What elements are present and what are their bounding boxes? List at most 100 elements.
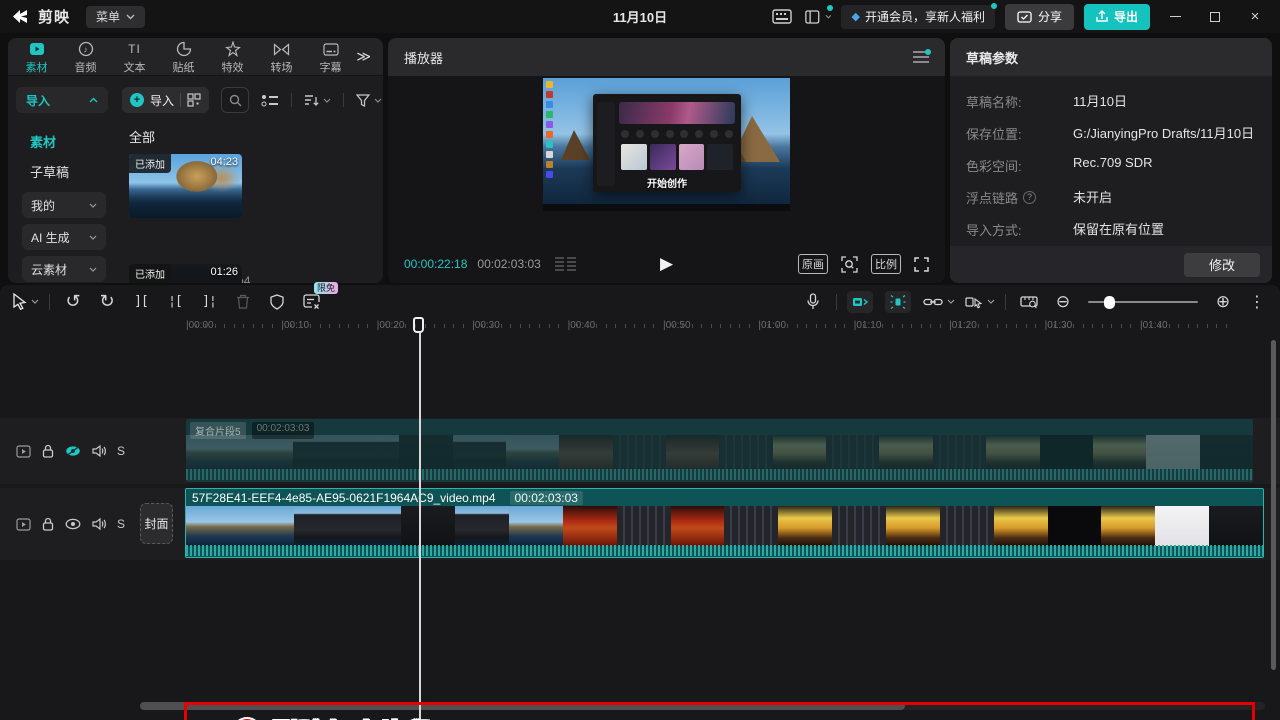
clip-duration: 00:02:03:03 [510, 491, 583, 505]
maximize-button[interactable] [1200, 4, 1230, 30]
ratio-button[interactable]: 比例 [871, 254, 901, 274]
nav-item-cloud-material[interactable]: 云素材 [22, 256, 106, 282]
clip-duration-badge: 00:02:03:03 [252, 422, 315, 439]
filter-dropdown[interactable] [356, 94, 382, 107]
split-keep-right-icon[interactable]: ]¦ [196, 290, 222, 314]
modify-button[interactable]: 修改 [1184, 253, 1260, 277]
select-tool-dropdown[interactable] [12, 290, 39, 314]
minimize-button[interactable] [1160, 4, 1190, 30]
timeline-zoom-slider[interactable] [1088, 301, 1198, 303]
tab-transition[interactable]: 转场 [257, 39, 306, 75]
preview-axis-icon[interactable] [1016, 290, 1042, 314]
composite-clip[interactable]: 复合片段5 00:02:03:03 [186, 419, 1253, 482]
search-button[interactable] [221, 87, 249, 113]
mountain-shape [561, 130, 590, 160]
mask-icon[interactable] [264, 290, 290, 314]
undo-icon[interactable]: ↺ [60, 290, 86, 314]
timeline-zoom-out-icon[interactable]: ⊖ [1050, 290, 1076, 314]
share-label: 分享 [1038, 8, 1062, 25]
smart-caption-erase-icon[interactable]: 限免 [298, 290, 324, 314]
auto-snap-icon[interactable] [885, 291, 911, 313]
tab-effect[interactable]: 特效 [208, 39, 257, 75]
nav-item-material[interactable]: 素材 [30, 126, 122, 156]
all-filter-label[interactable]: 全部 [129, 127, 383, 146]
more-tabs-icon[interactable]: ≫ [356, 48, 371, 65]
horizontal-scrollbar[interactable] [140, 702, 1265, 710]
member-upgrade-button[interactable]: ◆ 开通会员，享新人福利 [841, 5, 994, 29]
ruler-label: |00:30 [472, 320, 500, 331]
media-item-screen-recording[interactable]: 已添加 04:23 [129, 154, 242, 218]
tab-material[interactable]: 素材 [12, 39, 61, 75]
help-icon[interactable]: ? [1023, 191, 1036, 204]
lock-icon[interactable] [42, 517, 54, 531]
fullscreen-icon[interactable] [914, 257, 929, 272]
playhead-line[interactable] [419, 333, 421, 720]
media-item-2[interactable]: 已添加 01:26 [129, 264, 242, 283]
mute-icon[interactable] [92, 445, 106, 457]
chevron-down-icon [374, 98, 382, 103]
tab-caption[interactable]: 字幕 [306, 39, 355, 75]
slider-thumb[interactable] [1104, 296, 1115, 309]
vertical-scrollbar[interactable] [1271, 340, 1276, 670]
menu-button[interactable]: 菜单 [86, 6, 145, 28]
scan-import-icon [187, 93, 201, 107]
import-section-header[interactable]: 导入 [16, 87, 108, 113]
tab-text[interactable]: TI 文本 [110, 39, 159, 75]
playhead-handle[interactable] [413, 317, 424, 333]
share-button[interactable]: 分享 [1005, 4, 1074, 30]
added-badge: 已添加 [129, 264, 171, 283]
frame-list-icon[interactable] [555, 257, 576, 271]
solo-track-button[interactable]: S [117, 517, 125, 531]
effect-icon [225, 41, 241, 58]
duration-badge: 04:23 [210, 156, 238, 168]
clip-title-bar: 57F28E41-EEF4-4e85-AE95-0621F1964AC9_vid… [186, 489, 1263, 506]
ruler-label: |01:20 [949, 320, 977, 331]
main-track-magnet-icon[interactable] [847, 291, 873, 313]
original-quality-button[interactable]: 原画 [798, 254, 828, 274]
lock-icon[interactable] [42, 444, 54, 458]
nav-item-subdraft[interactable]: 子草稿 [30, 156, 122, 186]
layout-switch-icon[interactable] [805, 7, 831, 27]
nav-label: 我的 [31, 197, 55, 214]
mute-icon[interactable] [92, 518, 106, 530]
video-preview[interactable]: 开始创作 [543, 78, 790, 211]
param-label: 浮点链路 [966, 188, 1018, 207]
nav-item-mine[interactable]: 我的 [22, 192, 106, 218]
hide-track-icon-active[interactable] [65, 445, 81, 457]
solo-track-button[interactable]: S [117, 444, 125, 458]
tab-audio[interactable]: ♪ 音频 [61, 39, 110, 75]
hide-track-icon[interactable] [65, 518, 81, 530]
scrollbar-thumb[interactable] [140, 702, 905, 710]
play-button[interactable]: ▶ [660, 254, 673, 274]
timeline-ruler[interactable]: |00:00|00:10|00:20|00:30|00:40|00:50|01:… [0, 318, 1280, 336]
param-row-colorspace: 色彩空间: Rec.709 SDR [966, 155, 1256, 175]
clip-thumbnails [186, 506, 1263, 546]
more-options-icon[interactable]: ⋮ [1244, 290, 1270, 314]
link-clips-dropdown[interactable] [923, 290, 955, 314]
sort-dropdown[interactable] [304, 94, 331, 107]
main-video-clip[interactable]: 57F28E41-EEF4-4e85-AE95-0621F1964AC9_vid… [185, 488, 1264, 558]
delete-icon[interactable] [230, 290, 256, 314]
timeline-zoom-in-icon[interactable]: ⊕ [1210, 290, 1236, 314]
tab-sticker[interactable]: 贴纸 [159, 39, 208, 75]
redo-icon[interactable]: ↻ [94, 290, 120, 314]
keyboard-shortcut-icon[interactable] [769, 7, 795, 27]
record-voiceover-icon[interactable] [800, 290, 826, 314]
split-icon[interactable]: ][ [128, 290, 154, 314]
import-button[interactable]: + 导入 [122, 87, 209, 113]
free-badge: 限免 [314, 282, 338, 294]
nav-item-ai-generate[interactable]: AI 生成 [22, 224, 106, 250]
share-icon [1017, 11, 1032, 23]
cover-button[interactable]: 封面 [140, 503, 173, 544]
export-button[interactable]: 导出 [1084, 4, 1150, 30]
select-link-dropdown[interactable] [965, 290, 995, 314]
player-menu-icon[interactable] [913, 51, 929, 63]
close-button[interactable]: × [1240, 4, 1270, 30]
link-icon [923, 297, 943, 307]
split-keep-left-icon[interactable]: ¦[ [162, 290, 188, 314]
preview-zoom-icon[interactable] [841, 256, 858, 273]
media-nav-list: 素材 子草稿 我的 AI 生成 云素材 [8, 126, 122, 283]
member-label: 开通会员，享新人福利 [865, 8, 985, 25]
chevron-down-icon [126, 14, 135, 20]
view-mode-icon[interactable] [261, 94, 279, 107]
